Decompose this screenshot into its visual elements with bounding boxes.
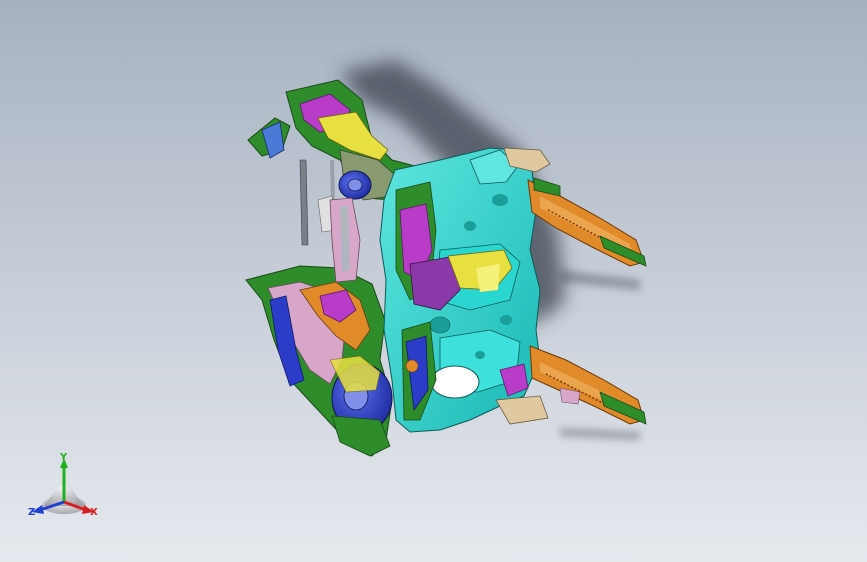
reference-triad: Y X Z [28, 452, 98, 518]
y-axis-label: Y [59, 452, 68, 463]
z-axis-label: Z [28, 507, 35, 518]
lower-front-assembly[interactable] [245, 265, 393, 457]
model-canvas[interactable] [0, 0, 867, 562]
x-axis-label: X [90, 507, 98, 518]
front-pillar[interactable] [329, 197, 361, 283]
dash-panel[interactable] [379, 147, 551, 433]
lower-rail[interactable] [529, 345, 647, 425]
3d-graphics-viewport[interactable]: Y X Z [0, 0, 867, 562]
